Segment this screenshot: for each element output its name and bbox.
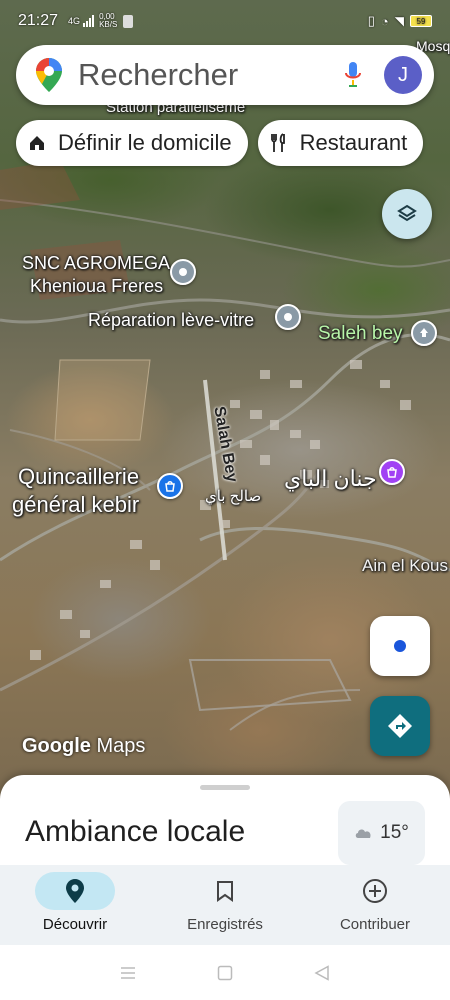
map-label-quincaillerie[interactable]: Quincaillerie (18, 464, 139, 489)
map-label-salah-bey-arabic: صالح باي (205, 488, 262, 505)
nav-label: Enregistrés (187, 916, 263, 933)
nav-saved[interactable]: Enregistrés (150, 865, 300, 945)
vibrate-icon: ▯ (367, 13, 375, 28)
shopping-pin-icon[interactable] (379, 459, 405, 485)
back-icon[interactable] (314, 964, 330, 981)
directions-icon (387, 713, 413, 739)
weather-chip[interactable]: 15° (338, 801, 425, 865)
restaurants-label: Restaurant (299, 130, 408, 155)
wifi-icon: ◥ (394, 14, 404, 28)
microphone-icon[interactable] (344, 61, 362, 89)
map-label-snc-agromega[interactable]: SNC AGROMEGA (22, 253, 170, 273)
map-label-general-kebir[interactable]: général kebir (12, 492, 139, 517)
sim-icon (123, 14, 134, 28)
signal-icon (83, 15, 95, 27)
sheet-title: Ambiance locale (25, 815, 246, 848)
home-icon (28, 134, 46, 152)
account-avatar[interactable]: J (384, 56, 422, 94)
layers-icon (396, 203, 418, 225)
explore-bottom-sheet[interactable]: Ambiance locale 15° (0, 775, 450, 875)
place-pin-icon[interactable] (275, 304, 301, 330)
alarm-icon: ◔ (380, 13, 389, 29)
cloud-icon (354, 827, 374, 839)
home-icon[interactable] (217, 965, 233, 981)
google-maps-attribution: Google Maps (22, 735, 146, 757)
network-type: 4G (68, 15, 81, 26)
map-label-khenioua[interactable]: Khenioua Freres (30, 276, 163, 296)
search-input[interactable]: Rechercher (78, 57, 344, 93)
network-speed: 0,00 KB/S (99, 12, 118, 29)
nav-explore[interactable]: Découvrir (0, 865, 150, 945)
map-label-reparation[interactable]: Réparation lève-vitre (88, 310, 254, 330)
map-label-saleh-bey[interactable]: Saleh bey (318, 324, 403, 344)
system-navigation (0, 945, 450, 1000)
location-pin-icon (35, 872, 115, 910)
bottom-navigation: Découvrir Enregistrés Contribuer (0, 865, 450, 945)
my-location-icon (394, 640, 406, 652)
restaurants-chip[interactable]: Restaurant (257, 120, 424, 166)
status-time: 21:27 (18, 12, 59, 29)
monument-pin-icon[interactable] (411, 320, 437, 346)
nav-contribute[interactable]: Contribuer (300, 865, 450, 945)
map-label-ain-el-kous[interactable]: Ain el Kous (362, 556, 448, 576)
directions-button[interactable] (370, 696, 430, 756)
nav-label: Découvrir (42, 916, 108, 933)
battery-icon: 59 (410, 15, 432, 27)
layers-button[interactable] (382, 189, 432, 239)
shopping-pin-icon[interactable] (157, 473, 183, 499)
quick-chips: Définir le domicile Restaurant (16, 120, 424, 166)
fork-knife-icon (270, 133, 288, 153)
status-bar: 21:27 4G 0,00 KB/S ▯ ◔ ◥ 59 (0, 0, 450, 42)
search-bar[interactable]: Rechercher J (16, 45, 434, 105)
google-maps-pin-icon (36, 58, 62, 92)
set-home-chip[interactable]: Définir le domicile (16, 120, 248, 166)
map-label-jnan-bey[interactable]: جنان الباي (284, 466, 377, 491)
nav-label: Contribuer (339, 916, 411, 933)
recents-icon[interactable] (120, 966, 136, 980)
set-home-label: Définir le domicile (58, 130, 232, 155)
place-pin-icon[interactable] (170, 259, 196, 285)
temperature: 15° (380, 822, 409, 843)
sheet-drag-handle[interactable] (200, 785, 250, 790)
bookmark-icon (185, 872, 265, 910)
add-circle-icon (335, 872, 415, 910)
my-location-button[interactable] (370, 616, 430, 676)
